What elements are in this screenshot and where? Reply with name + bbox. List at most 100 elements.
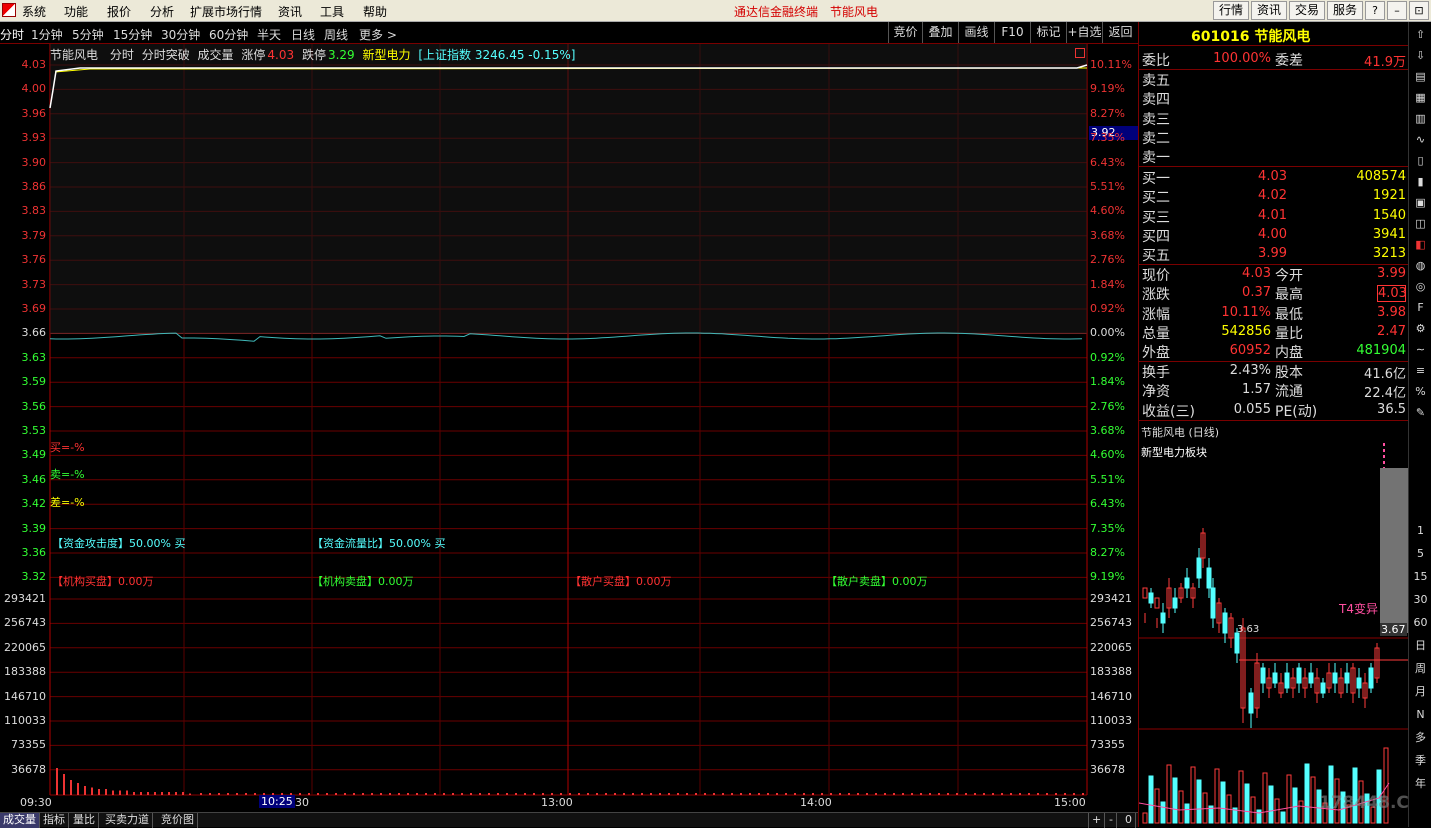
period-tab-weekly[interactable]: 周线 [324, 26, 348, 43]
gear-icon[interactable]: ◎ [1412, 278, 1429, 295]
sector-name[interactable]: 新型电力 [363, 48, 411, 62]
period-quick-7[interactable]: 月 [1412, 683, 1429, 700]
kline-candle [1142, 587, 1148, 599]
period-bar: 分时 1分钟 5分钟 15分钟 30分钟 60分钟 半天 日线 周线 更多 > … [0, 22, 1138, 44]
tab-volume-ratio[interactable]: 量比 [70, 813, 99, 828]
volume-bar [112, 790, 114, 795]
settings-icon[interactable]: ⚙ [1412, 320, 1429, 337]
stock-icon[interactable]: ▣ [1412, 194, 1429, 211]
percent-icon[interactable]: % [1412, 383, 1429, 400]
line-chart-icon[interactable]: ∿ [1412, 131, 1429, 148]
menu-item-analysis[interactable]: 分析 [150, 3, 174, 20]
volume-bar [91, 787, 93, 795]
tab-auction-chart[interactable]: 竞价图 [158, 813, 198, 828]
kline-candle [1368, 667, 1374, 689]
period-quick-4[interactable]: 60 [1412, 614, 1429, 631]
volume-bar [470, 793, 472, 795]
intraday-chart[interactable] [0, 44, 1138, 812]
period-quick-8[interactable]: N [1412, 706, 1429, 723]
volume-tick: 293421 [1090, 592, 1132, 605]
bid-level-volume: 3213 [1372, 246, 1406, 262]
tool-back-button[interactable]: 返回 [1102, 22, 1138, 43]
news-icon[interactable]: ▦ [1412, 89, 1429, 106]
arrow-up-icon[interactable]: ⇧ [1412, 26, 1429, 43]
kline-icon[interactable]: ▯ [1412, 152, 1429, 169]
period-quick-0[interactable]: 1 [1412, 522, 1429, 539]
tool-overlay-button[interactable]: 叠加 [922, 22, 958, 43]
percent-tick: 7.35% [1090, 131, 1125, 145]
zoom-in-button[interactable]: + [1088, 813, 1106, 828]
period-quick-2[interactable]: 15 [1412, 568, 1429, 585]
restore-icon[interactable]: ⊡ [1409, 1, 1429, 20]
time-label-cursor: 10:25 [259, 795, 295, 808]
pen-icon[interactable]: ✎ [1412, 404, 1429, 421]
period-tab-15min[interactable]: 15分钟 [113, 26, 152, 43]
timeshare-icon[interactable]: ∼ [1412, 341, 1429, 358]
fund-label: 净资 [1142, 384, 1170, 401]
bar-chart-icon[interactable]: ▮ [1412, 173, 1429, 190]
period-tab-30min[interactable]: 30分钟 [161, 26, 200, 43]
period-tab-daily[interactable]: 日线 [291, 26, 315, 43]
daily-kline-chart[interactable] [1139, 438, 1409, 827]
tool-mark-button[interactable]: 标记 [1030, 22, 1066, 43]
menu-item-quote[interactable]: 报价 [107, 3, 131, 20]
period-tab-timeshare[interactable]: 分时 [0, 26, 24, 43]
refresh-icon[interactable]: ▤ [1412, 68, 1429, 85]
menu-item-tools[interactable]: 工具 [320, 3, 344, 20]
percent-tick: 9.19% [1090, 82, 1125, 96]
menu-item-help[interactable]: 帮助 [363, 3, 387, 20]
service-button[interactable]: 服务 [1327, 1, 1363, 20]
volume-bar [560, 793, 562, 795]
menu-item-system[interactable]: 系统 [22, 3, 46, 20]
grid-icon[interactable]: ▥ [1412, 110, 1429, 127]
f10-icon[interactable]: F [1412, 299, 1429, 316]
period-tab-60min[interactable]: 60分钟 [209, 26, 248, 43]
indicator-capital-attack: 【资金攻击度】50.00% 买 [52, 537, 186, 550]
list-icon[interactable]: ≡ [1412, 362, 1429, 379]
volume-tick: 183388 [4, 665, 46, 679]
kline-candle [1184, 577, 1190, 589]
menu-item-extended-market[interactable]: 扩展市场行情 [190, 3, 262, 20]
period-quick-6[interactable]: 周 [1412, 660, 1429, 677]
period-quick-11[interactable]: 年 [1412, 775, 1429, 792]
period-quick-3[interactable]: 30 [1412, 591, 1429, 608]
right-toolbar: ⇧ ⇩ ▤ ▦ ▥ ∿ ▯ ▮ ▣ ◫ ◧ ◍ ◎ F ⚙ ∼ ≡% ✎ 1 5 15 30 60 日周月 N 多季年 [1408, 22, 1431, 827]
tab-buy-sell-force[interactable]: 买卖力道 [102, 813, 153, 828]
chart-expand-icon[interactable] [1075, 48, 1085, 58]
flag-icon[interactable]: ◧ [1412, 236, 1429, 253]
zoom-reset-button[interactable]: 0 [1122, 813, 1136, 828]
period-tab-halfday[interactable]: 半天 [257, 26, 281, 43]
trade-button[interactable]: 交易 [1289, 1, 1325, 20]
volume-bar [848, 793, 850, 795]
period-quick-5[interactable]: 日 [1412, 637, 1429, 654]
tab-indicator[interactable]: 指标 [40, 813, 69, 828]
info-icon[interactable]: ◍ [1412, 257, 1429, 274]
chart-indicator-name[interactable]: 分时突破 [142, 48, 190, 62]
period-quick-10[interactable]: 季 [1412, 752, 1429, 769]
market-button[interactable]: 行情 [1213, 1, 1249, 20]
arrow-down-icon[interactable]: ⇩ [1412, 47, 1429, 64]
tool-draw-button[interactable]: 画线 [958, 22, 994, 43]
period-tab-more[interactable]: 更多 > [359, 26, 397, 43]
news-button[interactable]: 资讯 [1251, 1, 1287, 20]
stat-label: 内盘 [1275, 345, 1303, 362]
period-quick-9[interactable]: 多 [1412, 729, 1429, 746]
menu-item-news[interactable]: 资讯 [278, 3, 302, 20]
time-label-1300: 13:00 [541, 796, 573, 809]
price-tick: 3.56 [21, 399, 47, 413]
tool-add-watchlist-button[interactable]: +自选 [1066, 22, 1102, 43]
menu-item-function[interactable]: 功能 [64, 3, 88, 20]
period-quick-1[interactable]: 5 [1412, 545, 1429, 562]
ask-level-label: 卖二 [1142, 130, 1170, 147]
tool-auction-button[interactable]: 竞价 [888, 22, 922, 43]
volume-bar [254, 793, 256, 795]
zoom-out-button[interactable]: - [1106, 813, 1117, 828]
bookmark-icon[interactable]: ◫ [1412, 215, 1429, 232]
tab-volume[interactable]: 成交量 [0, 813, 40, 828]
help-icon[interactable]: ? [1365, 1, 1385, 20]
kline-candle [1210, 587, 1216, 619]
period-tab-1min[interactable]: 1分钟 [31, 26, 63, 43]
tool-f10-button[interactable]: F10 [994, 22, 1030, 43]
minimize-icon[interactable]: – [1387, 1, 1407, 20]
period-tab-5min[interactable]: 5分钟 [72, 26, 104, 43]
